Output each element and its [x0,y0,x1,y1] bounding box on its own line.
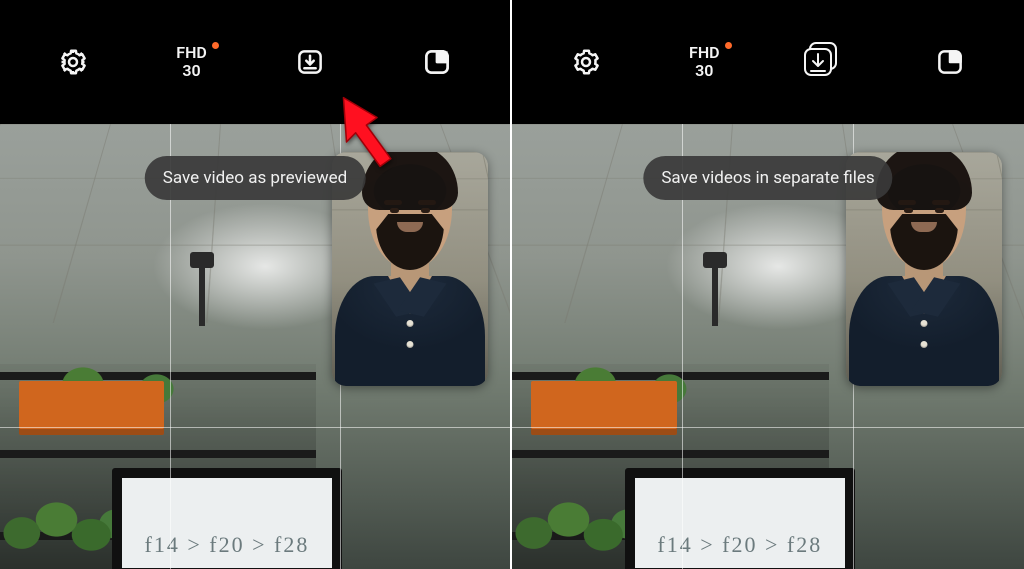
resolution-toggle[interactable]: FHD 30 [689,44,720,81]
screenshot-right: FHD 30 [512,0,1024,569]
pip-layout-button[interactable] [926,38,974,86]
person-selfie [849,276,999,386]
download-into-tray-stacked-icon [806,45,840,79]
whiteboard-text: f14 > f20 > f28 [635,532,845,558]
save-mode-tooltip: Save videos in separate files [643,156,892,200]
camera-topbar: FHD 30 [512,0,1024,124]
whiteboard: f14 > f20 > f28 [625,468,855,569]
viewfinder[interactable]: f14 > f20 > f28 [512,124,1024,569]
resolution-label: FHD [176,44,207,62]
framerate-label: 30 [182,62,200,80]
settings-button[interactable] [562,38,610,86]
recording-indicator-dot [725,42,732,49]
pip-layout-button[interactable] [413,38,461,86]
whiteboard: f14 > f20 > f28 [112,468,342,569]
save-mode-button-separate[interactable] [799,38,847,86]
person-selfie [335,276,485,386]
camera-topbar: FHD 30 [0,0,510,124]
save-mode-button-single[interactable] [286,38,334,86]
save-mode-tooltip: Save video as previewed [145,156,366,200]
resolution-label: FHD [689,44,720,62]
pip-layout-icon [422,47,452,77]
recording-indicator-dot [212,42,219,49]
download-into-tray-icon [295,47,325,77]
pip-layout-icon [935,47,965,77]
framerate-label: 30 [695,62,713,80]
resolution-toggle[interactable]: FHD 30 [176,44,207,81]
whiteboard-text: f14 > f20 > f28 [122,532,332,558]
settings-button[interactable] [49,38,97,86]
screenshot-left: FHD 30 [0,0,512,569]
viewfinder[interactable]: f14 > f20 > f28 [0,124,510,569]
gear-icon [58,47,88,77]
gear-icon [571,47,601,77]
